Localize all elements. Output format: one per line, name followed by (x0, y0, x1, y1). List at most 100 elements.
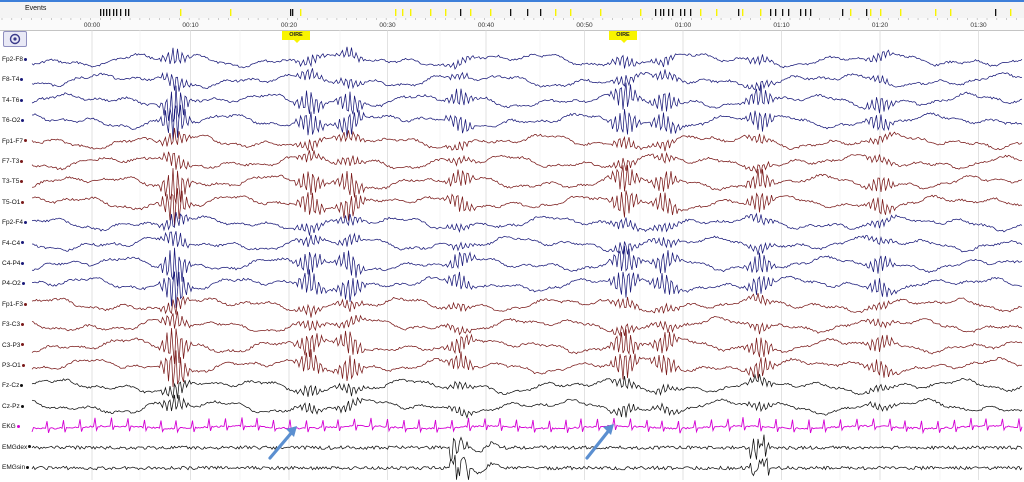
event-tick[interactable] (1010, 9, 1012, 16)
channel-label-t5-o1[interactable]: T5-O1 (2, 199, 25, 207)
event-tick[interactable] (402, 9, 404, 16)
event-tick[interactable] (870, 9, 872, 16)
event-tick[interactable] (460, 9, 462, 16)
event-tick[interactable] (700, 9, 702, 16)
channel-label-c3-p3[interactable]: C3-P3 (2, 342, 25, 350)
channel-label-p3-o1[interactable]: P3-O1 (2, 362, 25, 370)
eeg-trace-f3-c3 (31, 311, 1023, 337)
event-tick[interactable] (663, 9, 665, 16)
event-tick[interactable] (760, 9, 762, 16)
event-tick[interactable] (410, 9, 412, 16)
event-tick[interactable] (770, 9, 772, 16)
ruler-tick-label: 00:40 (478, 22, 495, 29)
channel-label-fp1-f7[interactable]: Fp1-F7 (2, 138, 27, 146)
channel-color-dot (21, 363, 25, 367)
channel-label-cz-pz[interactable]: Cz-Pz (2, 403, 24, 411)
channel-color-dot (20, 384, 24, 388)
event-tick[interactable] (900, 9, 902, 16)
events-bar[interactable]: Events (0, 0, 1024, 19)
channel-label-f8-t4[interactable]: F8-T4 (2, 76, 24, 84)
event-tick[interactable] (995, 9, 997, 16)
event-tick[interactable] (672, 9, 674, 16)
channel-label-text: Fz-Cz (2, 382, 20, 390)
eeg-trace-cz-pz (31, 394, 1023, 419)
event-tick[interactable] (716, 9, 718, 16)
event-tick[interactable] (430, 9, 432, 16)
event-tick[interactable] (103, 9, 105, 16)
annotation-arrow-icon (585, 424, 614, 460)
channel-label-text: F4-C4 (2, 239, 21, 247)
event-tick[interactable] (106, 9, 108, 16)
channel-color-dot (21, 322, 25, 326)
event-tick[interactable] (445, 9, 447, 16)
eeg-trace-fp1-f7 (31, 127, 1023, 152)
event-tick[interactable] (300, 9, 302, 16)
event-tick[interactable] (668, 9, 670, 16)
event-tick[interactable] (180, 9, 182, 16)
event-tick[interactable] (470, 9, 472, 16)
event-tick[interactable] (100, 9, 102, 16)
channel-color-dot (26, 465, 30, 469)
channel-label-emgsin[interactable]: EMGsin (2, 464, 30, 472)
eeg-traces (31, 30, 1023, 480)
event-tick[interactable] (680, 9, 682, 16)
event-tick[interactable] (866, 9, 868, 16)
event-marker-oire[interactable]: OIRE (282, 31, 310, 43)
event-tick[interactable] (290, 9, 292, 16)
event-tick[interactable] (775, 9, 777, 16)
channel-label-f7-t3[interactable]: F7-T3 (2, 158, 24, 166)
channel-color-dot (20, 180, 24, 184)
event-tick[interactable] (128, 9, 130, 16)
channel-label-fp1-f3[interactable]: Fp1-F3 (2, 301, 27, 309)
event-tick[interactable] (690, 9, 692, 16)
event-tick[interactable] (742, 9, 744, 16)
event-tick[interactable] (850, 9, 852, 16)
event-tick[interactable] (738, 9, 740, 16)
event-tick[interactable] (805, 9, 807, 16)
event-tick[interactable] (640, 9, 642, 16)
event-tick[interactable] (395, 9, 397, 16)
channel-label-fz-cz[interactable]: Fz-Cz (2, 382, 24, 390)
events-track[interactable] (0, 0, 1024, 18)
event-tick[interactable] (510, 9, 512, 16)
event-tick[interactable] (842, 9, 844, 16)
event-tick[interactable] (230, 9, 232, 16)
event-tick[interactable] (950, 9, 952, 16)
event-tick[interactable] (935, 9, 937, 16)
event-tick[interactable] (113, 9, 115, 16)
event-tick[interactable] (880, 9, 882, 16)
channel-label-emgdex[interactable]: EMGdex (2, 444, 32, 452)
channel-label-f4-c4[interactable]: F4-C4 (2, 239, 25, 248)
event-tick[interactable] (490, 9, 492, 16)
channel-label-c4-p4[interactable]: C4-P4 (2, 260, 25, 268)
channel-label-fp2-f4[interactable]: Fp2-F4 (2, 219, 27, 227)
channel-label-t3-t5[interactable]: T3-T5 (2, 178, 24, 186)
event-tick[interactable] (655, 9, 657, 16)
event-marker-oire[interactable]: OIRE (609, 31, 637, 43)
channel-label-f3-c3[interactable]: F3-C3 (2, 321, 25, 329)
channel-label-p4-o2[interactable]: P4-O2 (2, 280, 25, 288)
event-tick[interactable] (292, 9, 294, 16)
channel-label-ekg[interactable]: EKG (2, 423, 20, 431)
event-tick[interactable] (810, 9, 812, 16)
event-tick[interactable] (684, 9, 686, 16)
channel-label-t6-o2[interactable]: T6-O2 (2, 117, 25, 125)
annotation-arrow-icon (268, 426, 297, 460)
event-tick[interactable] (540, 9, 542, 16)
event-tick[interactable] (109, 9, 111, 16)
channel-label-fp2-f8[interactable]: Fp2-F8 (2, 56, 27, 64)
channel-label-t4-t6[interactable]: T4-T6 (2, 97, 24, 105)
eeg-trace-area[interactable] (0, 30, 1024, 480)
event-tick[interactable] (788, 9, 790, 16)
event-tick[interactable] (600, 9, 602, 16)
event-tick[interactable] (555, 9, 557, 16)
channel-label-text: Fp1-F3 (2, 300, 23, 308)
event-tick[interactable] (125, 9, 127, 16)
event-tick[interactable] (660, 9, 662, 16)
event-tick[interactable] (120, 9, 122, 16)
event-tick[interactable] (570, 9, 572, 16)
event-tick[interactable] (527, 9, 529, 16)
event-tick[interactable] (116, 9, 118, 16)
event-tick[interactable] (782, 9, 784, 16)
event-tick[interactable] (800, 9, 802, 16)
